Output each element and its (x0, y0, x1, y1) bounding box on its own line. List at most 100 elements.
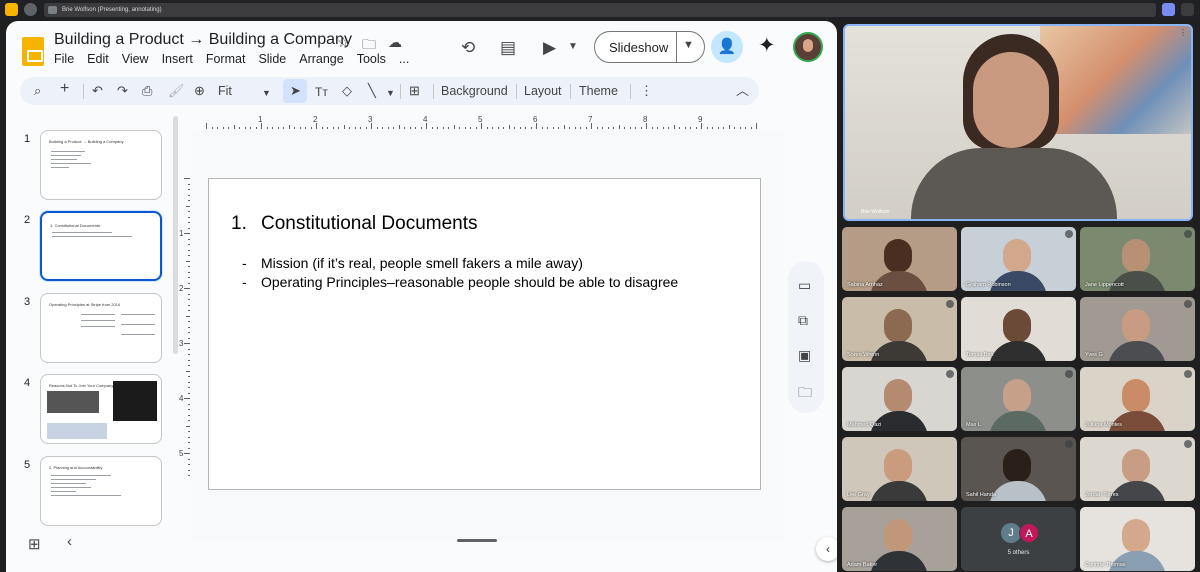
ruler-label: 4 (179, 394, 184, 403)
participant-tile[interactable]: Corinne Thomas (1080, 507, 1195, 571)
image-icon[interactable]: ▣ (798, 347, 811, 364)
ruler-tick (188, 183, 190, 185)
extension-icon[interactable] (1162, 3, 1175, 16)
notes-resize-handle[interactable] (457, 539, 497, 542)
participant-tile[interactable]: Jordan Torres (1080, 437, 1195, 501)
others-tile[interactable]: J A 5 others (961, 507, 1076, 571)
ruler-tick (244, 127, 246, 129)
ruler-tick (188, 216, 190, 218)
current-slide[interactable]: 1. Constitutional Documents - Mission (i… (208, 178, 761, 490)
participant-tile[interactable]: Max L (961, 367, 1076, 431)
menu-file[interactable]: File (54, 52, 74, 66)
toolbar: ⌕ + ↶ ↷ ⎙ 🖌 ⊕ Fit ▼ ➤ Tт ◇ ╲ ▼ ⊞ Backgro… (20, 77, 759, 105)
slide-thumbnail-1[interactable]: Building a Product → Building a Company (40, 130, 162, 200)
ruler-tick (420, 127, 422, 129)
participant-name: Mahmed Qazi (847, 422, 882, 428)
theme-button[interactable]: Theme (579, 84, 618, 98)
grid-view-icon[interactable]: ⊞ (28, 535, 41, 553)
search-menus-icon[interactable]: ⌕ (34, 83, 41, 99)
zoom-select[interactable]: Fit (218, 84, 232, 98)
folder-icon[interactable]: 🗀 (798, 382, 812, 406)
new-slide-icon[interactable]: + (60, 81, 69, 97)
speaker-notes-icon[interactable]: ▭ (798, 277, 811, 294)
participant-tile[interactable]: Soren Wrenn (842, 297, 957, 361)
menu-slide[interactable]: Slide (258, 52, 286, 66)
meet-camera-icon[interactable]: ▶ (543, 38, 556, 58)
participant-tile[interactable]: Tomas Barr (961, 297, 1076, 361)
slides-library-icon[interactable]: ⧉ (798, 312, 808, 329)
pen-icon[interactable] (1181, 3, 1194, 16)
more-options-icon[interactable]: ⋮ (1179, 28, 1187, 37)
participant-tile[interactable]: Yves G (1080, 297, 1195, 361)
collapse-side-panel-button[interactable]: ‹ (816, 537, 837, 561)
line-icon[interactable]: ╲ (368, 83, 376, 99)
participant-tile[interactable]: Graham Robinson (961, 227, 1076, 291)
add-comment-icon[interactable]: ⊞ (409, 83, 420, 99)
slide-bullet-2[interactable]: Operating Principles–reasonable people s… (261, 274, 678, 290)
participant-tile[interactable]: Sabina Arnhaz (842, 227, 957, 291)
ruler-tick (188, 282, 190, 284)
star-icon[interactable]: ☆ (337, 34, 350, 51)
shape-icon[interactable]: ◇ (342, 83, 352, 99)
menu-arrange[interactable]: Arrange (299, 52, 343, 66)
more-options-icon[interactable]: ⋮ (640, 83, 653, 99)
layout-button[interactable]: Layout (524, 84, 562, 98)
avatar[interactable] (793, 32, 823, 62)
slide-thumbnail-3[interactable]: Operating Principles at Stripe from 2014 (40, 293, 162, 363)
slide-heading-number[interactable]: 1. (231, 213, 247, 235)
slideshow-button[interactable]: Slideshow ▼ (594, 31, 705, 63)
print-icon[interactable]: ⎙ (142, 83, 152, 99)
slide-bullet-1[interactable]: Mission (if it’s real, people smell fake… (261, 255, 583, 271)
participant-tile[interactable]: Jane Lippencott (1080, 227, 1195, 291)
participant-head (1003, 449, 1031, 483)
hide-menus-chevron-icon[interactable]: ︿ (736, 83, 749, 99)
comments-icon[interactable]: ▤ (500, 38, 516, 58)
zoom-icon[interactable]: ⊕ (194, 83, 205, 99)
menu-insert[interactable]: Insert (162, 52, 193, 66)
menu-more[interactable]: ... (399, 52, 409, 66)
version-history-icon[interactable]: ⟲ (461, 38, 475, 58)
ruler-tick (321, 127, 323, 129)
background-button[interactable]: Background (441, 84, 508, 98)
menu-edit[interactable]: Edit (87, 52, 109, 66)
undo-icon[interactable]: ↶ (92, 83, 103, 99)
paint-format-icon[interactable]: 🖌 (168, 83, 185, 99)
participant-tile[interactable]: Sahil Handa (961, 437, 1076, 501)
redo-icon[interactable]: ↷ (117, 83, 128, 99)
participant-tile[interactable]: Adam Baker (842, 507, 957, 571)
chevron-down-icon[interactable]: ▼ (568, 41, 578, 52)
menu-view[interactable]: View (122, 52, 149, 66)
ruler-tick (426, 123, 427, 129)
divider (630, 84, 631, 99)
mic-muted-icon (1184, 230, 1192, 238)
gemini-icon[interactable]: ✦ (758, 33, 776, 58)
presenter-video[interactable]: ⋮ Brie Wolfson (843, 24, 1193, 221)
participant-tile[interactable]: Mahmed Qazi (842, 367, 957, 431)
collapse-filmstrip-icon[interactable]: ‹ (67, 533, 72, 550)
participant-tile[interactable]: Lee Gray (842, 437, 957, 501)
cloud-status-icon[interactable]: ☁ (388, 34, 402, 51)
menu-tools[interactable]: Tools (357, 52, 386, 66)
zoom-dropdown-icon[interactable]: ▼ (262, 85, 271, 101)
text-box-icon[interactable]: Tт (315, 84, 328, 100)
participant-tile[interactable]: Juliana Montes (1080, 367, 1195, 431)
menu-format[interactable]: Format (206, 52, 246, 66)
slide-thumbnail-2[interactable]: 1. Constitutional Documents (40, 211, 162, 281)
slide-thumbnail-4[interactable]: Reasons Not To Join Your Company (40, 374, 162, 444)
participant-head (1003, 309, 1031, 343)
slide-thumbnail-5[interactable]: 2. Planning and Accountability (40, 456, 162, 526)
divider (516, 84, 517, 99)
slide-heading[interactable]: Constitutional Documents (261, 213, 478, 235)
thumbnail-title: Reasons Not To Join Your Company (49, 383, 114, 388)
line-dropdown-icon[interactable]: ▼ (386, 85, 395, 101)
eye-icon[interactable] (24, 3, 37, 16)
slideshow-options-icon[interactable]: ▼ (683, 39, 694, 51)
ruler-tick (188, 436, 190, 438)
document-title[interactable]: Building a Product → Building a Company (54, 31, 352, 49)
participant-name: Lee Gray (847, 492, 870, 498)
slides-app-icon[interactable] (5, 3, 18, 16)
slides-logo-icon[interactable] (22, 37, 44, 66)
select-cursor-icon[interactable]: ➤ (290, 83, 301, 99)
ruler-tick (299, 127, 301, 129)
share-button[interactable]: 👤 (711, 31, 743, 63)
